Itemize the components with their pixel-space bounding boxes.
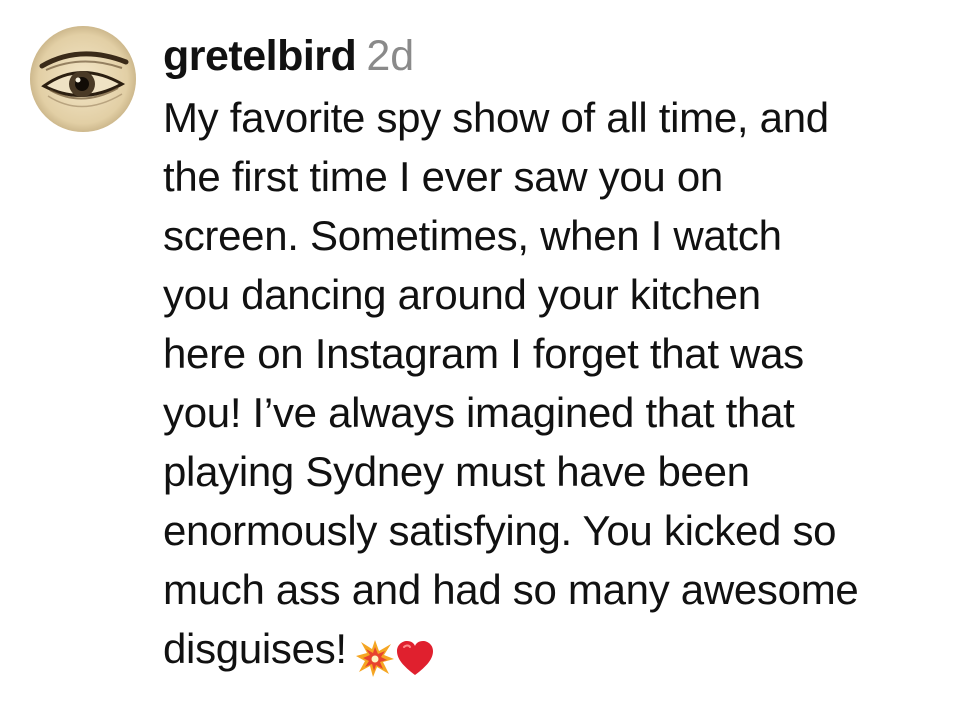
emoji-group [355,625,435,684]
comment-line: playing Sydney must have been [163,448,750,495]
comment-line: the first time I ever saw you on [163,153,723,200]
comment-line: screen. Sometimes, when I watch [163,212,782,259]
comment-line: you dancing around your kitchen [163,271,761,318]
comment-line: here on Instagram I forget that was [163,330,804,377]
comment-line: My favorite spy show of all time, and [163,94,829,141]
username-link[interactable]: gretelbird [163,32,357,80]
comment-text: My favorite spy show of all time, and th… [163,88,968,684]
comment-last-line: disguises! [163,619,968,684]
avatar[interactable] [30,26,136,132]
comment-body: gretelbird 2d My favorite spy show of all… [163,28,968,684]
collision-icon [355,639,394,677]
comment-line: disguises! [163,625,347,672]
eye-illustration-avatar-icon [30,26,136,132]
red-heart-icon [396,640,433,675]
comment-line: you! I’ve always imagined that that [163,389,795,436]
comment-timestamp[interactable]: 2d [366,32,414,80]
comment-line: much ass and had so many awesome [163,566,859,613]
comment-header: gretelbird 2d [163,28,968,84]
comment-item: gretelbird 2d My favorite spy show of all… [0,0,980,702]
comment-line: enormously satisfying. You kicked so [163,507,837,554]
